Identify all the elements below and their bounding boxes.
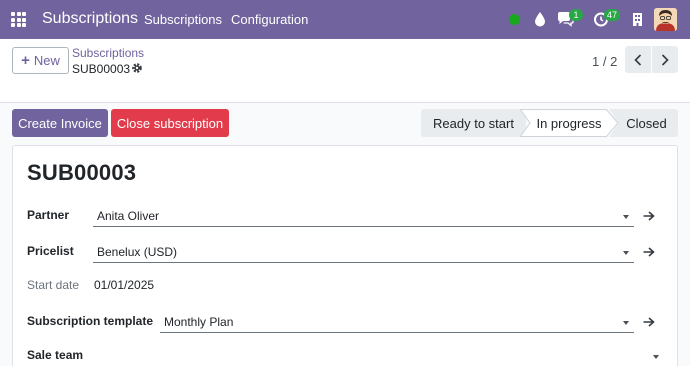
dropdown-caret-icon[interactable]: [653, 355, 659, 359]
arrow-right-icon[interactable]: [643, 247, 655, 257]
apps-grid-icon[interactable]: [11, 12, 26, 27]
partner-label: Partner: [27, 208, 70, 222]
start-date-value: 01/01/2025: [94, 278, 155, 292]
control-panel: + New Subscriptions SUB00003 1 / 2: [0, 39, 690, 103]
pager-next-button[interactable]: [652, 46, 678, 73]
stage-statusbar: Ready to start Closed In progress: [421, 109, 678, 137]
sale-team-label: Sale team: [27, 348, 84, 362]
partner-input[interactable]: Anita Oliver: [97, 209, 159, 223]
stage-arrow-outline: [520, 109, 619, 137]
pager-previous-button[interactable]: [625, 46, 651, 73]
record-title: SUB00003: [27, 160, 137, 185]
dropdown-caret-icon[interactable]: [623, 215, 629, 219]
breadcrumb-subscriptions[interactable]: Subscriptions: [72, 46, 144, 60]
stage-ready-to-start[interactable]: Ready to start: [421, 109, 526, 137]
chevron-left-icon: [634, 53, 642, 66]
start-date-label: Start date: [27, 278, 80, 292]
plus-icon: +: [21, 52, 30, 69]
new-button[interactable]: + New: [12, 47, 69, 74]
menu-subscriptions[interactable]: Subscriptions: [144, 12, 222, 27]
create-invoice-button[interactable]: Create Invoice: [12, 109, 108, 137]
drop-icon[interactable]: [533, 11, 547, 27]
chevron-right-icon: [661, 53, 669, 66]
breadcrumb-current: SUB00003: [72, 62, 131, 76]
chat-count-badge: 1: [569, 9, 583, 21]
subscription-template-input[interactable]: Monthly Plan: [164, 315, 233, 329]
menu-configuration[interactable]: Configuration: [231, 12, 308, 27]
user-avatar[interactable]: [654, 8, 677, 31]
company-building-icon[interactable]: [632, 12, 643, 26]
gear-icon[interactable]: [131, 62, 143, 74]
pricelist-input[interactable]: Benelux (USD): [97, 245, 177, 259]
new-button-label: New: [33, 53, 60, 68]
arrow-right-icon[interactable]: [643, 317, 655, 327]
arrow-right-icon[interactable]: [643, 211, 655, 221]
activity-count-badge: 47: [604, 9, 621, 21]
subscription-template-label: Subscription template: [27, 314, 154, 328]
dropdown-caret-icon[interactable]: [623, 251, 629, 255]
partner-underline: [93, 226, 634, 227]
pager-value[interactable]: 1 / 2: [592, 54, 617, 69]
dropdown-caret-icon[interactable]: [623, 321, 629, 325]
close-subscription-button[interactable]: Close subscription: [111, 109, 229, 137]
online-status-icon[interactable]: [509, 14, 520, 25]
pricelist-label: Pricelist: [27, 244, 74, 258]
top-navbar: Subscriptions Subscriptions Configuratio…: [0, 0, 690, 39]
template-underline: [160, 332, 634, 333]
app-brand[interactable]: Subscriptions: [42, 10, 138, 28]
pricelist-underline: [93, 262, 634, 263]
